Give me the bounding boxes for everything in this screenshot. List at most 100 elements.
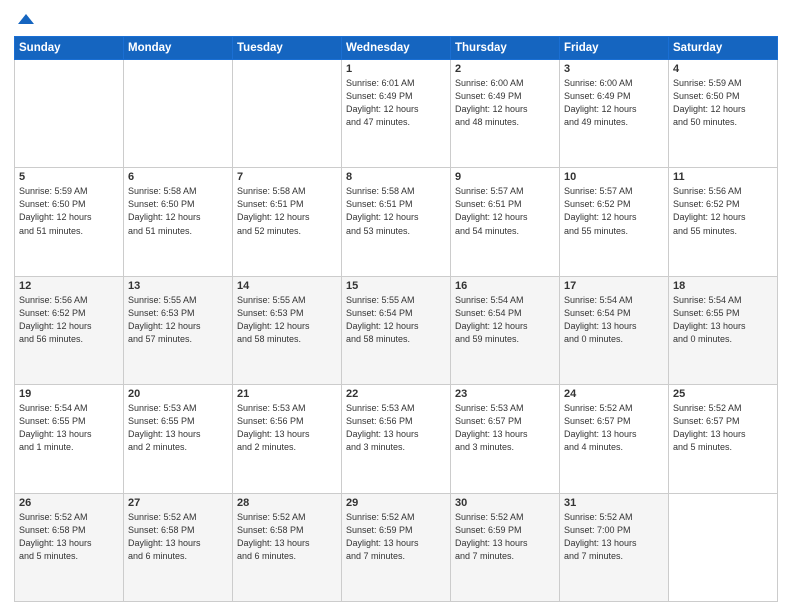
calendar-cell bbox=[233, 60, 342, 168]
cell-sunrise-text: Sunrise: 5:56 AM Sunset: 6:52 PM Dayligh… bbox=[673, 185, 773, 237]
calendar-cell: 26 Sunrise: 5:52 AM Sunset: 6:58 PM Dayli… bbox=[15, 493, 124, 601]
cell-sunrise-text: Sunrise: 5:53 AM Sunset: 6:56 PM Dayligh… bbox=[237, 402, 337, 454]
calendar-cell: 5 Sunrise: 5:59 AM Sunset: 6:50 PM Daylig… bbox=[15, 168, 124, 276]
calendar-cell: 18 Sunrise: 5:54 AM Sunset: 6:55 PM Dayli… bbox=[669, 276, 778, 384]
day-number: 24 bbox=[564, 388, 664, 400]
day-number: 1 bbox=[346, 63, 446, 75]
calendar-cell: 14Sunrise: 5:55 AM Sunset: 6:53 PM Dayli… bbox=[233, 276, 342, 384]
cell-sunrise-text: Sunrise: 5:52 AM Sunset: 6:58 PM Dayligh… bbox=[128, 511, 228, 563]
calendar-cell: 31Sunrise: 5:52 AM Sunset: 7:00 PM Dayli… bbox=[560, 493, 669, 601]
day-number: 13 bbox=[128, 280, 228, 292]
calendar-cell: 2Sunrise: 6:00 AM Sunset: 6:49 PM Daylig… bbox=[451, 60, 560, 168]
cell-sunrise-text: Sunrise: 5:59 AM Sunset: 6:50 PM Dayligh… bbox=[19, 185, 119, 237]
calendar-cell: 6Sunrise: 5:58 AM Sunset: 6:50 PM Daylig… bbox=[124, 168, 233, 276]
day-number: 21 bbox=[237, 388, 337, 400]
calendar-cell: 27 Sunrise: 5:52 AM Sunset: 6:58 PM Dayli… bbox=[124, 493, 233, 601]
cell-sunrise-text: Sunrise: 5:59 AM Sunset: 6:50 PM Dayligh… bbox=[673, 77, 773, 129]
calendar-cell: 15 Sunrise: 5:55 AM Sunset: 6:54 PM Dayli… bbox=[342, 276, 451, 384]
day-number: 23 bbox=[455, 388, 555, 400]
calendar-cell bbox=[669, 493, 778, 601]
day-number: 28 bbox=[237, 497, 337, 509]
calendar-table: SundayMondayTuesdayWednesdayThursdayFrid… bbox=[14, 36, 778, 602]
calendar-cell: 20 Sunrise: 5:53 AM Sunset: 6:55 PM Dayli… bbox=[124, 385, 233, 493]
cell-sunrise-text: Sunrise: 5:52 AM Sunset: 6:57 PM Dayligh… bbox=[673, 402, 773, 454]
calendar-cell: 3 Sunrise: 6:00 AM Sunset: 6:49 PM Daylig… bbox=[560, 60, 669, 168]
day-number: 3 bbox=[564, 63, 664, 75]
calendar-cell: 8 Sunrise: 5:58 AM Sunset: 6:51 PM Daylig… bbox=[342, 168, 451, 276]
day-number: 31 bbox=[564, 497, 664, 509]
cell-sunrise-text: Sunrise: 5:54 AM Sunset: 6:54 PM Dayligh… bbox=[455, 294, 555, 346]
calendar-cell: 4 Sunrise: 5:59 AM Sunset: 6:50 PM Daylig… bbox=[669, 60, 778, 168]
calendar-week-row: 19 Sunrise: 5:54 AM Sunset: 6:55 PM Dayli… bbox=[15, 385, 778, 493]
calendar-cell: 10 Sunrise: 5:57 AM Sunset: 6:52 PM Dayli… bbox=[560, 168, 669, 276]
calendar-cell: 19 Sunrise: 5:54 AM Sunset: 6:55 PM Dayli… bbox=[15, 385, 124, 493]
calendar-cell: 23 Sunrise: 5:53 AM Sunset: 6:57 PM Dayli… bbox=[451, 385, 560, 493]
day-number: 27 bbox=[128, 497, 228, 509]
cell-sunrise-text: Sunrise: 5:54 AM Sunset: 6:54 PM Dayligh… bbox=[564, 294, 664, 346]
column-header-tuesday: Tuesday bbox=[233, 37, 342, 60]
day-number: 12 bbox=[19, 280, 119, 292]
cell-sunrise-text: Sunrise: 5:55 AM Sunset: 6:54 PM Dayligh… bbox=[346, 294, 446, 346]
day-number: 5 bbox=[19, 171, 119, 183]
cell-sunrise-text: Sunrise: 5:53 AM Sunset: 6:55 PM Dayligh… bbox=[128, 402, 228, 454]
day-number: 11 bbox=[673, 171, 773, 183]
cell-sunrise-text: Sunrise: 6:00 AM Sunset: 6:49 PM Dayligh… bbox=[455, 77, 555, 129]
cell-sunrise-text: Sunrise: 5:55 AM Sunset: 6:53 PM Dayligh… bbox=[237, 294, 337, 346]
calendar-cell: 12 Sunrise: 5:56 AM Sunset: 6:52 PM Dayli… bbox=[15, 276, 124, 384]
cell-sunrise-text: Sunrise: 5:52 AM Sunset: 6:58 PM Dayligh… bbox=[237, 511, 337, 563]
day-number: 6 bbox=[128, 171, 228, 183]
calendar-cell: 17Sunrise: 5:54 AM Sunset: 6:54 PM Dayli… bbox=[560, 276, 669, 384]
calendar-cell bbox=[124, 60, 233, 168]
column-header-thursday: Thursday bbox=[451, 37, 560, 60]
day-number: 22 bbox=[346, 388, 446, 400]
column-header-saturday: Saturday bbox=[669, 37, 778, 60]
day-number: 30 bbox=[455, 497, 555, 509]
day-number: 4 bbox=[673, 63, 773, 75]
cell-sunrise-text: Sunrise: 5:52 AM Sunset: 6:58 PM Dayligh… bbox=[19, 511, 119, 563]
page: SundayMondayTuesdayWednesdayThursdayFrid… bbox=[0, 0, 792, 612]
day-number: 8 bbox=[346, 171, 446, 183]
day-number: 10 bbox=[564, 171, 664, 183]
calendar-week-row: 5 Sunrise: 5:59 AM Sunset: 6:50 PM Daylig… bbox=[15, 168, 778, 276]
calendar-cell: 25 Sunrise: 5:52 AM Sunset: 6:57 PM Dayli… bbox=[669, 385, 778, 493]
cell-sunrise-text: Sunrise: 5:53 AM Sunset: 6:57 PM Dayligh… bbox=[455, 402, 555, 454]
logo bbox=[14, 10, 36, 30]
calendar-week-row: 1 Sunrise: 6:01 AM Sunset: 6:49 PM Daylig… bbox=[15, 60, 778, 168]
day-number: 15 bbox=[346, 280, 446, 292]
calendar-week-row: 12 Sunrise: 5:56 AM Sunset: 6:52 PM Dayli… bbox=[15, 276, 778, 384]
column-header-wednesday: Wednesday bbox=[342, 37, 451, 60]
day-number: 26 bbox=[19, 497, 119, 509]
day-number: 18 bbox=[673, 280, 773, 292]
day-number: 29 bbox=[346, 497, 446, 509]
cell-sunrise-text: Sunrise: 5:58 AM Sunset: 6:51 PM Dayligh… bbox=[346, 185, 446, 237]
cell-sunrise-text: Sunrise: 5:58 AM Sunset: 6:51 PM Dayligh… bbox=[237, 185, 337, 237]
calendar-cell: 1 Sunrise: 6:01 AM Sunset: 6:49 PM Daylig… bbox=[342, 60, 451, 168]
cell-sunrise-text: Sunrise: 6:00 AM Sunset: 6:49 PM Dayligh… bbox=[564, 77, 664, 129]
calendar-cell: 30Sunrise: 5:52 AM Sunset: 6:59 PM Dayli… bbox=[451, 493, 560, 601]
calendar-header-row: SundayMondayTuesdayWednesdayThursdayFrid… bbox=[15, 37, 778, 60]
column-header-sunday: Sunday bbox=[15, 37, 124, 60]
day-number: 20 bbox=[128, 388, 228, 400]
calendar-cell bbox=[15, 60, 124, 168]
cell-sunrise-text: Sunrise: 5:52 AM Sunset: 6:57 PM Dayligh… bbox=[564, 402, 664, 454]
cell-sunrise-text: Sunrise: 5:56 AM Sunset: 6:52 PM Dayligh… bbox=[19, 294, 119, 346]
column-header-friday: Friday bbox=[560, 37, 669, 60]
cell-sunrise-text: Sunrise: 5:53 AM Sunset: 6:56 PM Dayligh… bbox=[346, 402, 446, 454]
day-number: 19 bbox=[19, 388, 119, 400]
day-number: 16 bbox=[455, 280, 555, 292]
cell-sunrise-text: Sunrise: 5:54 AM Sunset: 6:55 PM Dayligh… bbox=[19, 402, 119, 454]
header bbox=[14, 10, 778, 30]
calendar-cell: 11 Sunrise: 5:56 AM Sunset: 6:52 PM Dayli… bbox=[669, 168, 778, 276]
cell-sunrise-text: Sunrise: 6:01 AM Sunset: 6:49 PM Dayligh… bbox=[346, 77, 446, 129]
cell-sunrise-text: Sunrise: 5:54 AM Sunset: 6:55 PM Dayligh… bbox=[673, 294, 773, 346]
logo-icon bbox=[16, 10, 36, 30]
calendar-cell: 29 Sunrise: 5:52 AM Sunset: 6:59 PM Dayli… bbox=[342, 493, 451, 601]
calendar-week-row: 26 Sunrise: 5:52 AM Sunset: 6:58 PM Dayli… bbox=[15, 493, 778, 601]
day-number: 9 bbox=[455, 171, 555, 183]
calendar-cell: 22 Sunrise: 5:53 AM Sunset: 6:56 PM Dayli… bbox=[342, 385, 451, 493]
day-number: 25 bbox=[673, 388, 773, 400]
cell-sunrise-text: Sunrise: 5:55 AM Sunset: 6:53 PM Dayligh… bbox=[128, 294, 228, 346]
cell-sunrise-text: Sunrise: 5:52 AM Sunset: 6:59 PM Dayligh… bbox=[346, 511, 446, 563]
day-number: 7 bbox=[237, 171, 337, 183]
cell-sunrise-text: Sunrise: 5:57 AM Sunset: 6:52 PM Dayligh… bbox=[564, 185, 664, 237]
